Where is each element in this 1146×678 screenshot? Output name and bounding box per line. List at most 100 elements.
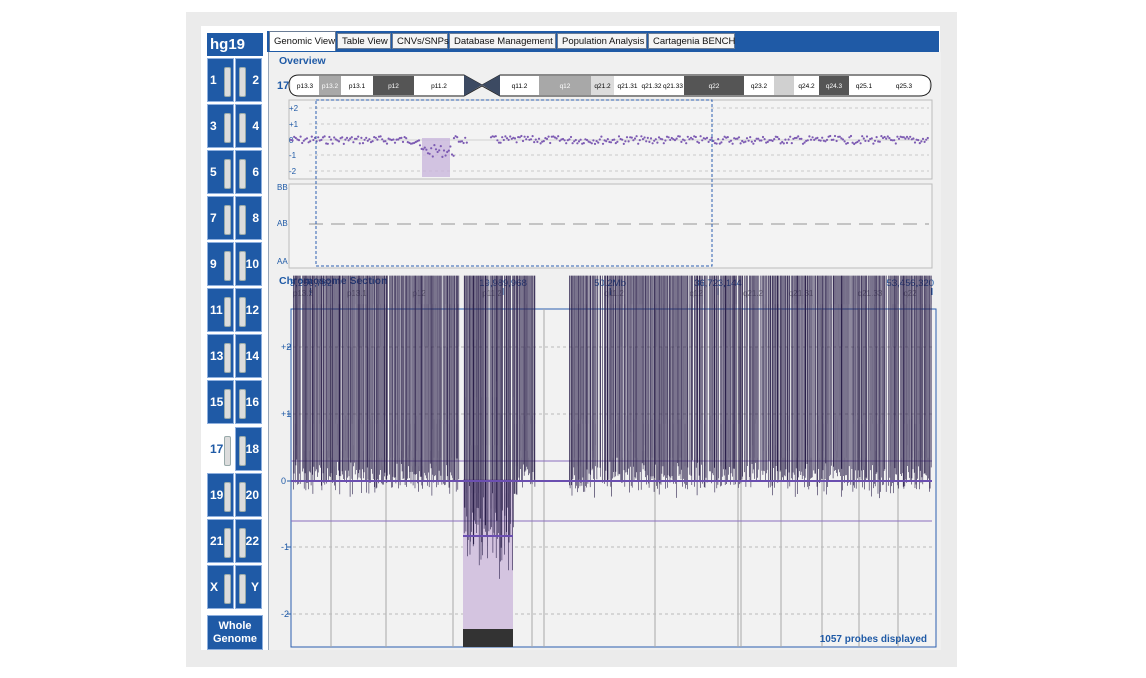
overview-probe: [648, 140, 651, 143]
overview-probe: [669, 138, 672, 141]
overview-cn-tick-label: -1: [289, 151, 297, 160]
overview-probe: [883, 135, 886, 139]
chromosome-mini-icon: [239, 436, 246, 466]
chromosome-button-9[interactable]: 9: [207, 242, 234, 286]
ideogram-bands: p13.3 p13.2 p13.1 p12 p11.2 q11.2 q12 q21.2 q21.…: [291, 76, 929, 95]
chromosome-label: 6: [252, 165, 259, 179]
chromosome-button-15[interactable]: 15: [207, 380, 234, 424]
overview-probe: [442, 149, 446, 152]
overview-probe: [771, 139, 774, 142]
tab-genomic-view[interactable]: Genomic View: [269, 31, 336, 51]
chromosome-button-5[interactable]: 5: [207, 150, 234, 194]
overview-baf-tick-label: AB: [277, 219, 288, 228]
overview-probe: [691, 138, 694, 141]
overview-probe: [873, 139, 877, 142]
chromosome-button-17[interactable]: 17: [207, 427, 234, 471]
overview-probe: [720, 141, 723, 144]
overview-probe: [701, 139, 704, 142]
ideogram-band-label: q25.1: [856, 83, 873, 90]
chromosome-button-8[interactable]: 8: [235, 196, 262, 240]
overview-probe: [909, 135, 912, 138]
overview-probe: [577, 140, 581, 143]
overview-probe: [920, 140, 923, 143]
chromosome-mini-icon: [224, 436, 231, 466]
overview-probe: [565, 142, 568, 145]
overview-probe: [664, 139, 667, 142]
overview-probe: [825, 138, 829, 141]
overview-probe: [893, 139, 896, 142]
tab-cartagenia-bench[interactable]: Cartagenia BENCH: [648, 33, 735, 49]
genomic-view-content: Overview Chromosome Section 17 p13.3 p13.…: [268, 52, 941, 650]
chromosome-mini-icon: [239, 159, 246, 189]
overview-probe: [449, 145, 452, 148]
overview-probe: [653, 139, 656, 142]
chromosome-button-12[interactable]: 12: [235, 288, 262, 332]
overview-probe: [835, 139, 838, 143]
overview-probe: [547, 135, 550, 138]
chromosome-button-11[interactable]: 11: [207, 288, 234, 332]
tab-cnvs-snps[interactable]: CNVs/SNPs: [392, 33, 449, 49]
overview-probe: [885, 137, 888, 140]
chromosome-label: 14: [245, 349, 259, 363]
chromosome-button-16[interactable]: 16: [235, 380, 262, 424]
chromosome-ideogram[interactable]: 17 p13.3 p13.2 p13.1 p12 p11.2 q11.2 q12 q21.2 q…: [277, 74, 932, 97]
overview-probe: [423, 146, 426, 149]
chromosome-button-y[interactable]: Y: [235, 565, 262, 609]
tab-table-view[interactable]: Table View: [337, 33, 391, 49]
chromosome-button-10[interactable]: 10: [235, 242, 262, 286]
overview-probe: [579, 138, 582, 141]
tab-database-management[interactable]: Database Management: [449, 33, 556, 49]
overview-probe: [520, 134, 523, 138]
overview-probe: [299, 135, 302, 138]
chromosome-button-14[interactable]: 14: [235, 334, 262, 378]
ideogram-band-label: p12: [388, 83, 399, 90]
chromosome-button-2[interactable]: 2: [235, 58, 262, 102]
overview-probe: [632, 139, 635, 142]
overview-probe: [379, 135, 382, 138]
overview-probe: [737, 136, 741, 139]
overview-probe: [785, 141, 789, 144]
chromosome-button-6[interactable]: 6: [235, 150, 262, 194]
chromosome-section-plot[interactable]: 3,256,79219,989,96850.2Mb36,723,14453,45…: [269, 275, 941, 650]
chromosome-label: 9: [210, 257, 217, 271]
overview-probe: [712, 139, 715, 143]
overview-probe: [605, 140, 608, 143]
chromosome-button-20[interactable]: 20: [235, 473, 262, 517]
overview-probe: [811, 136, 814, 139]
chromosome-button-13[interactable]: 13: [207, 334, 234, 378]
overview-probe: [616, 140, 619, 143]
overview-probe: [897, 137, 901, 140]
chromosome-button-4[interactable]: 4: [235, 104, 262, 148]
chromosome-button-1[interactable]: 1: [207, 58, 234, 102]
chromosome-button-18[interactable]: 18: [235, 427, 262, 471]
overview-probe: [598, 138, 601, 141]
overview-probe: [907, 137, 910, 140]
overview-probe: [753, 139, 757, 142]
overview-probe: [821, 136, 824, 139]
overview-probe: [331, 142, 334, 145]
overview-probe: [347, 139, 350, 142]
overview-probe: [717, 138, 720, 141]
chromosome-button-3[interactable]: 3: [207, 104, 234, 148]
chromosome-button-7[interactable]: 7: [207, 196, 234, 240]
chromosome-button-x[interactable]: X: [207, 565, 234, 609]
overview-probe: [819, 139, 822, 142]
overview-probe: [766, 140, 769, 143]
overview-probe: [864, 139, 867, 142]
chromosome-button-19[interactable]: 19: [207, 473, 234, 517]
overview-probe: [745, 137, 749, 140]
overview-probe: [861, 135, 864, 138]
ideogram-band-label: q21.31: [618, 83, 638, 90]
overview-probe: [310, 135, 313, 138]
deletion-call-bar[interactable]: [463, 629, 513, 647]
chromosome-button-22[interactable]: 22: [235, 519, 262, 563]
overview-plot[interactable]: 17 p13.3 p13.2 p13.1 p12 p11.2 q11.2 q12 q21.2 q…: [269, 52, 941, 270]
chromosome-sidebar: hg19 1 2 3 4 5 6 7 8 9 10 11 12 13 14 15 16 17 18 19 20 21 22…: [207, 33, 263, 650]
overview-probe: [752, 142, 755, 145]
ideogram-band-label: p13.3: [297, 83, 314, 90]
overview-probe: [418, 144, 422, 147]
whole-genome-button[interactable]: Whole Genome: [207, 615, 263, 650]
overview-probe: [434, 148, 438, 151]
tab-population-analysis[interactable]: Population Analysis: [557, 33, 647, 49]
chromosome-button-21[interactable]: 21: [207, 519, 234, 563]
